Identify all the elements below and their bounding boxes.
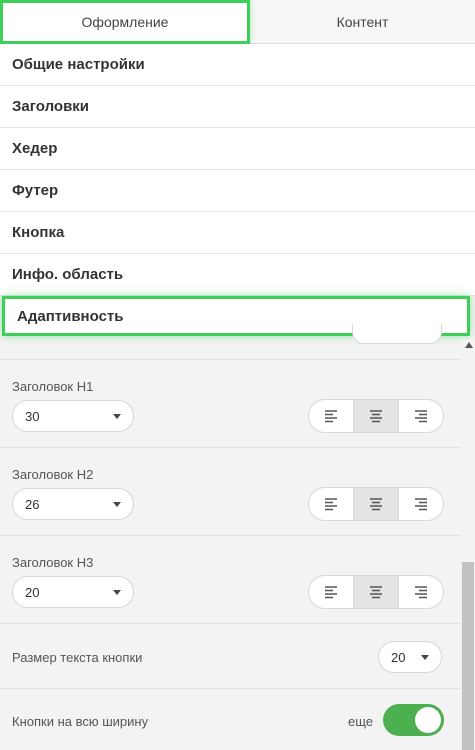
button-text-size-value: 20 — [391, 649, 406, 665]
scrollbar-thumb[interactable] — [462, 562, 474, 750]
align-right-icon — [415, 586, 427, 599]
full-width-buttons-toggle[interactable] — [383, 704, 444, 736]
menu-item-button[interactable]: Кнопка — [0, 212, 475, 254]
setting-h2: Заголовок H2 26 — [0, 447, 461, 535]
h2-alignment-group — [308, 487, 444, 521]
settings-menu: Общие настройки Заголовки Хедер Футер Кн… — [0, 44, 475, 336]
align-left-icon — [325, 410, 337, 423]
align-right-icon — [415, 410, 427, 423]
setting-button-text-size: Размер текста кнопки 20 — [0, 623, 461, 688]
h2-align-center-button[interactable] — [353, 488, 399, 520]
h2-size-value: 26 — [25, 496, 40, 512]
tab-bar: Оформление Контент — [0, 0, 475, 44]
menu-item-general[interactable]: Общие настройки — [0, 44, 475, 86]
h1-label: Заголовок H1 — [12, 379, 94, 394]
h3-alignment-group — [308, 575, 444, 609]
caret-down-icon — [113, 590, 121, 595]
full-width-buttons-label: Кнопки на всю ширину — [12, 714, 149, 729]
menu-item-footer[interactable]: Футер — [0, 170, 475, 212]
h2-align-right-button[interactable] — [399, 488, 443, 520]
h3-size-value: 20 — [25, 584, 40, 600]
caret-down-icon — [113, 502, 121, 507]
h1-align-center-button[interactable] — [353, 400, 399, 432]
h1-size-value: 30 — [25, 408, 40, 424]
caret-down-icon — [421, 655, 429, 660]
align-center-icon — [370, 498, 382, 511]
h2-size-select[interactable]: 26 — [12, 488, 134, 520]
h3-label: Заголовок H3 — [12, 555, 94, 570]
h1-size-select[interactable]: 30 — [12, 400, 134, 432]
h1-alignment-group — [308, 399, 444, 433]
tab-content[interactable]: Контент — [250, 0, 475, 44]
h3-align-left-button[interactable] — [309, 576, 353, 608]
toggle-knob — [415, 707, 441, 733]
button-text-size-label: Размер текста кнопки — [12, 650, 143, 665]
button-text-size-select[interactable]: 20 — [378, 641, 442, 673]
h3-align-right-button[interactable] — [399, 576, 443, 608]
setting-h3: Заголовок H3 20 — [0, 535, 461, 623]
full-width-buttons-more: еще — [348, 714, 374, 729]
align-center-icon — [370, 410, 382, 423]
align-center-icon — [370, 586, 382, 599]
scroll-up-arrow-icon[interactable] — [465, 342, 473, 348]
partial-control — [352, 324, 442, 344]
h1-align-right-button[interactable] — [399, 400, 443, 432]
h3-align-center-button[interactable] — [353, 576, 399, 608]
h2-label: Заголовок H2 — [12, 467, 94, 482]
h1-align-left-button[interactable] — [309, 400, 353, 432]
align-left-icon — [325, 586, 337, 599]
setting-h1: Заголовок H1 30 — [0, 359, 461, 447]
caret-down-icon — [113, 414, 121, 419]
menu-item-headings[interactable]: Заголовки — [0, 86, 475, 128]
tab-design[interactable]: Оформление — [0, 0, 250, 44]
h2-align-left-button[interactable] — [309, 488, 353, 520]
menu-item-header[interactable]: Хедер — [0, 128, 475, 170]
h3-size-select[interactable]: 20 — [12, 576, 134, 608]
menu-item-info-area[interactable]: Инфо. область — [0, 254, 475, 296]
align-right-icon — [415, 498, 427, 511]
align-left-icon — [325, 498, 337, 511]
